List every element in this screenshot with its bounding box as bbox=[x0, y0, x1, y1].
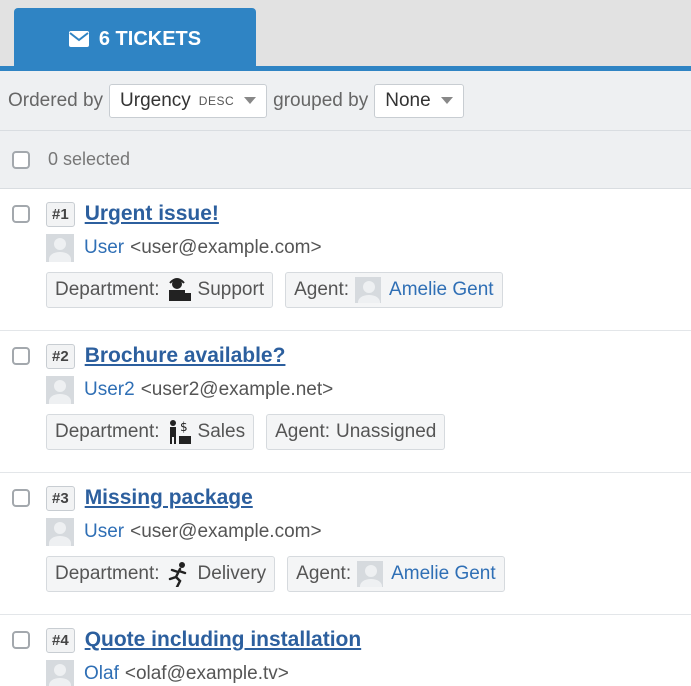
agent-name-link[interactable]: Amelie Gent bbox=[391, 563, 496, 585]
avatar bbox=[355, 277, 382, 303]
ticket-row: #1 Urgent issue! User <user@example.com>… bbox=[0, 189, 691, 331]
chevron-down-icon bbox=[244, 97, 257, 104]
department-name: Sales bbox=[197, 421, 246, 442]
ticket-subject-link[interactable]: Missing package bbox=[85, 486, 253, 510]
department-name: Delivery bbox=[197, 563, 267, 584]
ticket-row: #3 Missing package User <user@example.co… bbox=[0, 473, 691, 615]
user-name-link[interactable]: User bbox=[84, 237, 124, 259]
user-email: <user2@example.net> bbox=[140, 379, 334, 400]
chevron-down-icon bbox=[440, 97, 453, 104]
user-name-link[interactable]: User bbox=[84, 521, 124, 543]
department-label: Department: bbox=[55, 421, 160, 442]
user-email: <user@example.com> bbox=[130, 237, 322, 258]
avatar bbox=[46, 376, 74, 404]
selected-count: 0 selected bbox=[48, 149, 131, 169]
group-select[interactable]: None bbox=[374, 83, 464, 118]
order-value: Urgency bbox=[120, 89, 191, 111]
department-name: Support bbox=[197, 279, 265, 300]
tab-label: 6 TICKETS bbox=[98, 27, 202, 50]
select-all-checkbox[interactable] bbox=[12, 150, 30, 169]
user-email: <user@example.com> bbox=[130, 521, 322, 542]
department-badge[interactable]: Department: Support bbox=[46, 272, 274, 308]
user-email: <olaf@example.tv> bbox=[124, 663, 289, 684]
order-direction: DESC bbox=[198, 93, 235, 108]
ticket-subject-link[interactable]: Brochure available? bbox=[85, 344, 286, 368]
ordered-by-label: Ordered by bbox=[8, 89, 104, 111]
ticket-number: #1 bbox=[46, 201, 75, 227]
agent-label: Agent: bbox=[296, 563, 352, 584]
grouped-by-label: grouped by bbox=[273, 89, 369, 111]
group-value: None bbox=[385, 89, 431, 111]
ticket-number: #3 bbox=[46, 485, 75, 511]
svg-text:$: $ bbox=[180, 420, 188, 434]
department-label: Department: bbox=[55, 279, 160, 300]
user-name-link[interactable]: Olaf bbox=[84, 663, 119, 685]
agent-badge[interactable]: Agent: Amelie Gent bbox=[287, 556, 505, 592]
avatar bbox=[46, 518, 74, 546]
ticket-subject-link[interactable]: Urgent issue! bbox=[85, 202, 219, 226]
tab-bar: 6 TICKETS bbox=[0, 0, 691, 71]
envelope-icon bbox=[68, 31, 89, 47]
ticket-checkbox[interactable] bbox=[12, 347, 30, 365]
department-label: Department: bbox=[55, 563, 160, 584]
sort-toolbar: Ordered by Urgency DESC grouped by None bbox=[0, 71, 691, 131]
ticket-checkbox[interactable] bbox=[12, 489, 30, 507]
sales-person-icon: $ bbox=[169, 420, 191, 444]
ticket-row: #2 Brochure available? User2 <user2@exam… bbox=[0, 331, 691, 473]
user-name-link[interactable]: User2 bbox=[84, 379, 135, 401]
tab-tickets[interactable]: 6 TICKETS bbox=[14, 8, 256, 70]
support-agent-icon bbox=[168, 278, 191, 301]
selection-bar: 0 selected bbox=[0, 131, 691, 189]
agent-label: Agent: bbox=[275, 421, 331, 442]
agent-name-link[interactable]: Amelie Gent bbox=[389, 279, 494, 301]
ticket-subject-link[interactable]: Quote including installation bbox=[85, 628, 362, 652]
avatar bbox=[46, 660, 74, 686]
agent-badge[interactable]: Agent: Amelie Gent bbox=[285, 272, 503, 308]
ticket-checkbox[interactable] bbox=[12, 631, 30, 649]
ticket-number: #4 bbox=[46, 627, 75, 653]
ticket-row: #4 Quote including installation Olaf <ol… bbox=[0, 615, 691, 686]
avatar bbox=[46, 234, 74, 262]
department-badge[interactable]: Department: $ Sales bbox=[46, 414, 255, 450]
running-courier-icon bbox=[168, 562, 186, 587]
agent-label: Agent: bbox=[294, 279, 350, 300]
ticket-checkbox[interactable] bbox=[12, 205, 30, 223]
ticket-number: #2 bbox=[46, 343, 75, 369]
agent-badge[interactable]: Agent: Unassigned bbox=[266, 414, 446, 450]
agent-name: Unassigned bbox=[336, 421, 437, 442]
order-select[interactable]: Urgency DESC bbox=[109, 83, 268, 118]
avatar bbox=[357, 561, 384, 587]
department-badge[interactable]: Department: Delivery bbox=[46, 556, 276, 592]
